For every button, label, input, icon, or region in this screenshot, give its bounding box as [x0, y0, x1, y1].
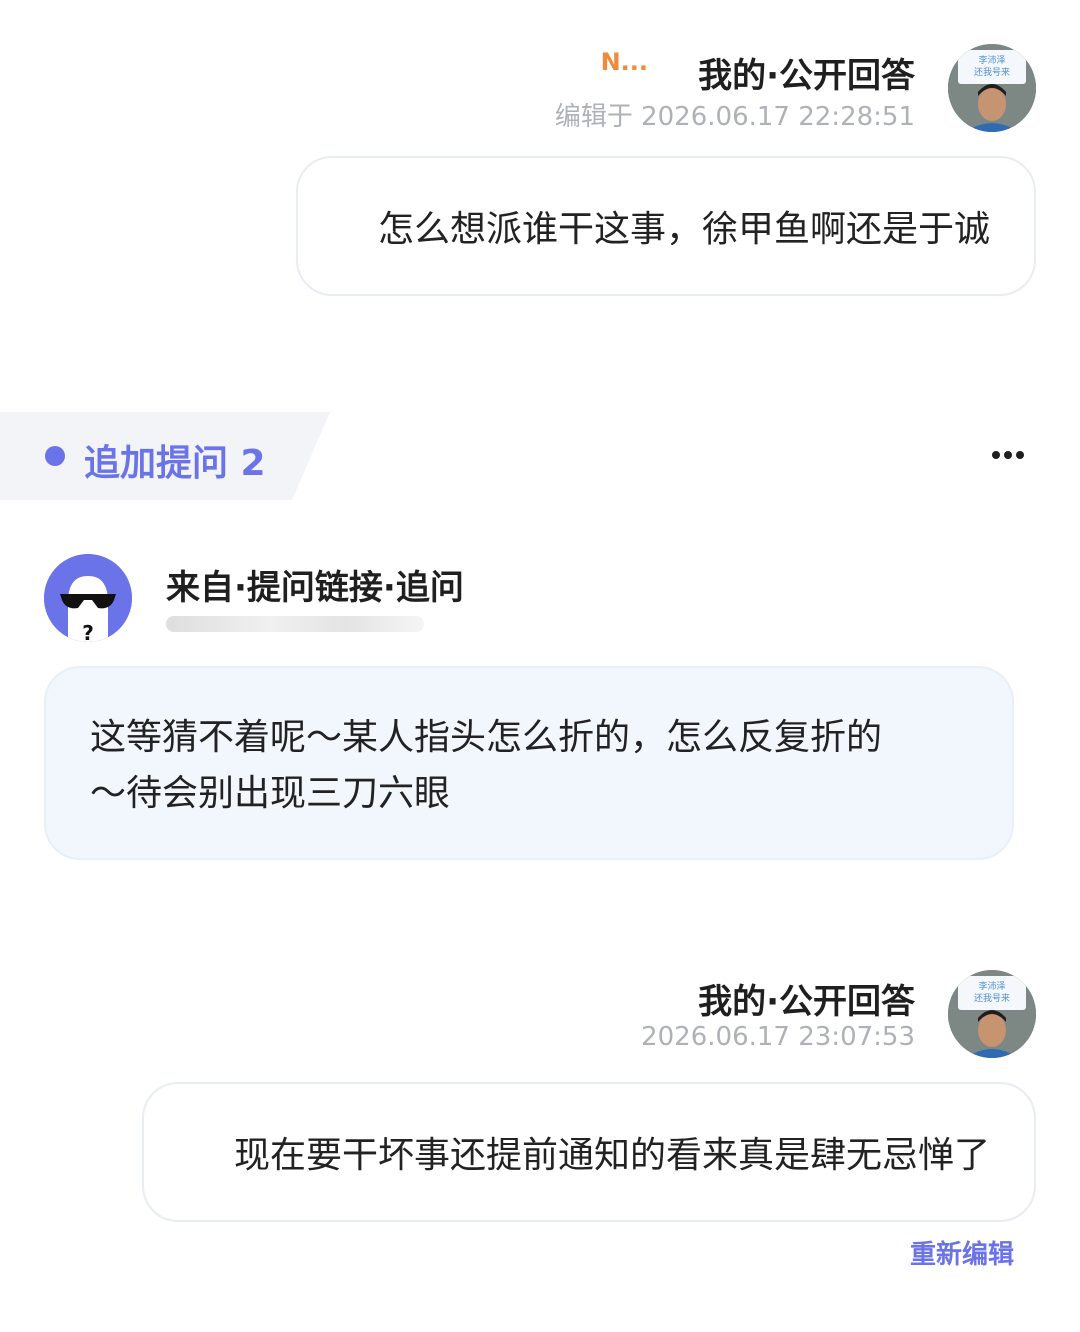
more-horizontal-icon[interactable] [988, 440, 1028, 470]
more-dot [992, 451, 1000, 459]
reedit-button[interactable]: 重新编辑 [910, 1234, 1014, 1271]
avatar-photo-image: 李沛泽 还我号来 [948, 44, 1036, 132]
asker-title: 来自·提问链接·追问 [166, 568, 464, 608]
more-dot [1016, 451, 1024, 459]
blurred-timestamp [166, 616, 424, 632]
avatar-sign-line1: 李沛泽 [978, 54, 1005, 66]
answer-2-header: 我的·公开回答 2026.06.17 23:07:53 [0, 966, 1080, 1066]
avatar-sign-line2: 还我号来 [974, 992, 1010, 1004]
my-avatar[interactable]: 李沛泽 还我号来 [948, 44, 1036, 132]
question-bubble[interactable]: 这等猜不着呢～某人指头怎么折的，怎么反复折的 ～待会别出现三刀六眼 [44, 666, 1014, 860]
followup-tag: 追加提问 2 [0, 412, 330, 500]
question-line-2: ～待会别出现三刀六眼 [90, 773, 451, 814]
answer-1-text: 怎么想派谁干这事，徐甲鱼啊还是于诚 [377, 209, 990, 250]
answer-2-bubble[interactable]: 现在要干坏事还提前通知的看来真是肆无忌惮了 [142, 1082, 1036, 1222]
tag-label: 追加提问 2 [84, 443, 266, 484]
my-avatar[interactable]: 李沛泽 还我号来 [948, 970, 1036, 1058]
anonymous-avatar-graphic: ? [44, 554, 132, 642]
answer-timestamp: 2026.06.17 23:07:53 [641, 1022, 915, 1052]
answer-2-text: 现在要干坏事还提前通知的看来真是肆无忌惮了 [233, 1135, 990, 1176]
more-dot [1004, 451, 1012, 459]
avatar-sign-line1: 李沛泽 [978, 980, 1005, 992]
tag-dot-icon [45, 446, 65, 466]
truncated-user-name[interactable]: N... [601, 48, 648, 76]
anonymous-sunglasses-icon: ? [44, 554, 132, 642]
answer-title: 我的·公开回答 [698, 982, 915, 1022]
answer-1-bubble[interactable]: 怎么想派谁干这事，徐甲鱼啊还是于诚 [296, 156, 1036, 296]
question-line-1: 这等猜不着呢～某人指头怎么折的，怎么反复折的 [90, 717, 883, 758]
svg-text:?: ? [82, 621, 94, 642]
answer-title: 我的·公开回答 [698, 56, 915, 96]
avatar-photo-image: 李沛泽 还我号来 [948, 970, 1036, 1058]
avatar-sign-line2: 还我号来 [974, 66, 1010, 78]
edit-timestamp: 编辑于 2026.06.17 22:28:51 [554, 102, 915, 132]
answer-1-header: N... 我的·公开回答 编辑于 2026.06.17 22:28:51 [0, 40, 1080, 140]
